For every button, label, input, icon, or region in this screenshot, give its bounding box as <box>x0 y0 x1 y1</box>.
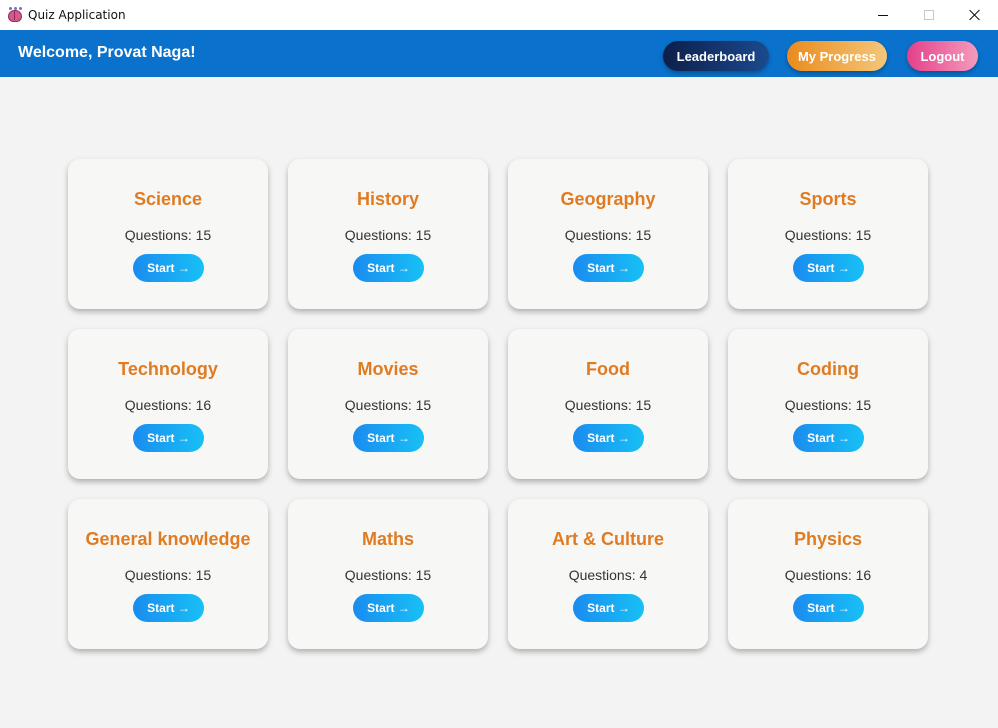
question-count: Questions: 15 <box>508 227 708 243</box>
question-count: Questions: 4 <box>508 567 708 583</box>
question-count: Questions: 15 <box>728 397 928 413</box>
start-quiz-button[interactable]: Start → <box>353 254 424 282</box>
brain-icon <box>7 7 23 23</box>
quiz-card: Physics Questions: 16 Start → <box>728 499 928 649</box>
question-count-label: Questions: <box>124 567 196 583</box>
start-quiz-button[interactable]: Start → <box>353 424 424 452</box>
quiz-card: Maths Questions: 15 Start → <box>288 499 488 649</box>
start-quiz-button[interactable]: Start → <box>133 594 204 622</box>
question-count-label: Questions: <box>124 397 196 413</box>
quiz-card: General knowledge Questions: 15 Start → <box>68 499 268 649</box>
question-count-label: Questions: <box>344 227 416 243</box>
question-count-value: 15 <box>635 397 652 413</box>
question-count-value: 15 <box>635 227 652 243</box>
question-count-value: 15 <box>855 397 872 413</box>
welcome-message: Welcome, Provat Naga! <box>18 44 196 61</box>
question-count-value: 15 <box>415 397 432 413</box>
question-count: Questions: 15 <box>288 397 488 413</box>
quiz-card-title: Science <box>133 189 203 209</box>
start-quiz-button[interactable]: Start → <box>133 424 204 452</box>
question-count-value: 15 <box>855 227 872 243</box>
quiz-card: Food Questions: 15 Start → <box>508 329 708 479</box>
quiz-card-title: General knowledge <box>85 529 251 549</box>
question-count: Questions: 15 <box>288 567 488 583</box>
start-quiz-button[interactable]: Start → <box>133 254 204 282</box>
close-icon <box>969 9 981 21</box>
question-count: Questions: 16 <box>68 397 268 413</box>
quiz-card-title: Sports <box>799 189 857 209</box>
quiz-card-title: Coding <box>797 359 859 379</box>
quiz-card-title: Maths <box>361 529 414 549</box>
logout-button[interactable]: Logout <box>907 41 978 71</box>
question-count-value: 15 <box>415 567 432 583</box>
question-count-value: 15 <box>195 567 212 583</box>
start-quiz-button[interactable]: Start → <box>353 594 424 622</box>
minimize-button[interactable] <box>860 0 906 30</box>
quiz-card: Coding Questions: 15 Start → <box>728 329 928 479</box>
start-quiz-button[interactable]: Start → <box>793 594 864 622</box>
start-quiz-button[interactable]: Start → <box>573 424 644 452</box>
quiz-card: Technology Questions: 16 Start → <box>68 329 268 479</box>
maximize-button[interactable] <box>906 0 952 30</box>
question-count-value: 16 <box>855 567 872 583</box>
question-count-value: 4 <box>639 567 648 583</box>
quiz-card-title: Food <box>586 359 630 379</box>
quiz-card: History Questions: 15 Start → <box>288 159 488 309</box>
question-count-label: Questions: <box>564 227 636 243</box>
minimize-icon <box>878 14 888 16</box>
maximize-icon <box>924 10 934 20</box>
question-count-label: Questions: <box>784 227 856 243</box>
start-quiz-button[interactable]: Start → <box>793 424 864 452</box>
quiz-card-title: Movies <box>357 359 419 379</box>
question-count: Questions: 15 <box>728 227 928 243</box>
quiz-card: Science Questions: 15 Start → <box>68 159 268 309</box>
question-count-label: Questions: <box>344 397 416 413</box>
quiz-card-title: Technology <box>118 359 218 379</box>
quiz-category-grid: Science Questions: 15 Start → History Questi… <box>68 159 928 649</box>
start-quiz-button[interactable]: Start → <box>793 254 864 282</box>
question-count: Questions: 15 <box>288 227 488 243</box>
question-count-label: Questions: <box>564 397 636 413</box>
quiz-card: Geography Questions: 15 Start → <box>508 159 708 309</box>
question-count: Questions: 15 <box>68 567 268 583</box>
question-count-label: Questions: <box>784 397 856 413</box>
quiz-card-title: Art & Culture <box>552 529 664 549</box>
question-count-value: 15 <box>195 227 212 243</box>
start-quiz-button[interactable]: Start → <box>573 594 644 622</box>
leaderboard-button[interactable]: Leaderboard <box>663 41 769 71</box>
quiz-card-title: History <box>356 189 419 209</box>
question-count: Questions: 15 <box>508 397 708 413</box>
question-count: Questions: 16 <box>728 567 928 583</box>
question-count: Questions: 15 <box>68 227 268 243</box>
question-count-label: Questions: <box>124 227 196 243</box>
window-title: Quiz Application <box>28 8 126 22</box>
my-progress-button[interactable]: My Progress <box>787 41 887 71</box>
app-header: Welcome, Provat Naga! Leaderboard My Pro… <box>0 30 998 77</box>
quiz-card: Art & Culture Questions: 4 Start → <box>508 499 708 649</box>
quiz-card-title: Physics <box>793 529 863 549</box>
quiz-card: Sports Questions: 15 Start → <box>728 159 928 309</box>
question-count-value: 15 <box>415 227 432 243</box>
window-titlebar: Quiz Application <box>0 0 998 30</box>
quiz-card: Movies Questions: 15 Start → <box>288 329 488 479</box>
question-count-label: Questions: <box>344 567 416 583</box>
question-count-label: Questions: <box>784 567 856 583</box>
quiz-card-title: Geography <box>560 189 656 209</box>
question-count-value: 16 <box>195 397 212 413</box>
close-button[interactable] <box>952 0 998 30</box>
start-quiz-button[interactable]: Start → <box>573 254 644 282</box>
question-count-label: Questions: <box>568 567 640 583</box>
window-controls <box>860 0 998 30</box>
